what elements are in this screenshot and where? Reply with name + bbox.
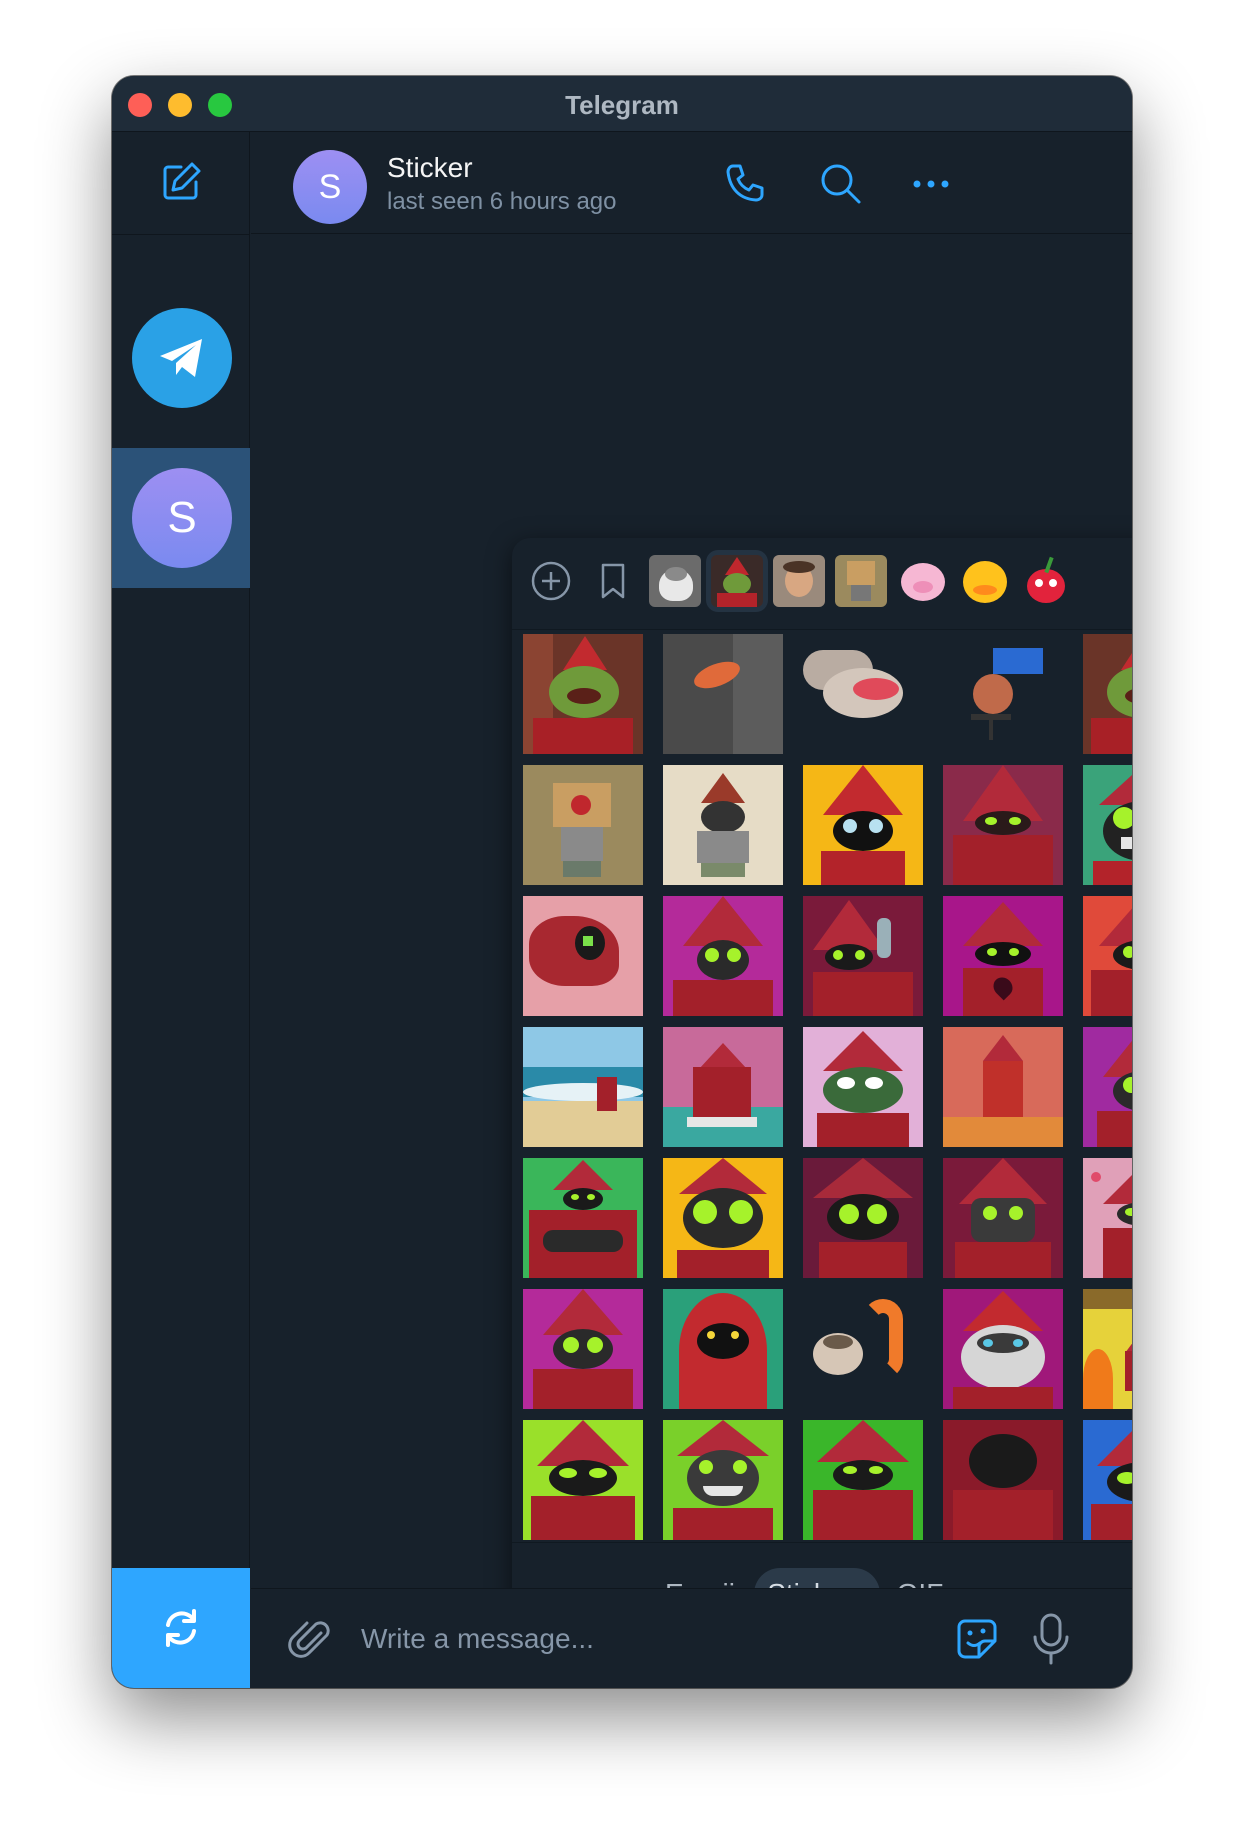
sticker-orko-heart[interactable] xyxy=(943,896,1063,1016)
telegram-logo[interactable] xyxy=(132,308,232,408)
panel-divider xyxy=(512,1542,1132,1543)
sticker-orko-lime[interactable] xyxy=(523,1420,643,1540)
add-sticker-icon[interactable] xyxy=(520,550,582,612)
chat-status: last seen 6 hours ago xyxy=(387,188,617,215)
paper-plane-icon xyxy=(160,339,202,377)
sticker-hand-shrimp[interactable] xyxy=(803,634,923,754)
phone-icon[interactable] xyxy=(721,160,769,208)
sticker-box-head[interactable] xyxy=(523,765,643,885)
sidebar: S xyxy=(112,132,250,1688)
sticker-orko-magenta[interactable] xyxy=(523,1289,643,1409)
sticker-orko-shadow[interactable] xyxy=(943,765,1063,885)
sticker-orko-big-eyes[interactable] xyxy=(663,1158,783,1278)
sticker-pack-box-head[interactable] xyxy=(830,550,892,612)
compose-icon[interactable] xyxy=(157,158,205,206)
chat-name[interactable]: Sticker xyxy=(387,152,473,184)
avatar: S xyxy=(132,468,232,568)
sticker-orko-point[interactable] xyxy=(803,896,923,1016)
sticker-grid xyxy=(523,634,1132,1540)
sticker-pack-cat[interactable] xyxy=(644,550,706,612)
sticker-shrimp-building[interactable] xyxy=(663,634,783,754)
sticker-orko-smile[interactable] xyxy=(663,1289,783,1409)
sidebar-divider xyxy=(112,234,250,235)
sticker-orko-arms-crossed[interactable] xyxy=(523,1158,643,1278)
more-icon[interactable] xyxy=(907,160,955,208)
sticker-orko-grin[interactable] xyxy=(1083,765,1132,885)
sticker-orko-facepalm[interactable] xyxy=(943,1420,1063,1540)
sticker-orko-sad[interactable] xyxy=(803,765,923,885)
sticker-pack-pink-pig[interactable] xyxy=(892,550,954,612)
sticker-orko-grumpy[interactable] xyxy=(943,1158,1063,1278)
window-title: Telegram xyxy=(565,90,679,120)
sticker-orko-love[interactable] xyxy=(1083,1158,1132,1278)
sticker-kermit-witch-2[interactable] xyxy=(1083,634,1132,754)
sticker-orko-hide[interactable] xyxy=(803,1420,923,1540)
sync-button[interactable] xyxy=(112,1568,250,1688)
sticker-orko-dark[interactable] xyxy=(803,1158,923,1278)
microphone-icon[interactable] xyxy=(1029,1611,1073,1667)
message-input[interactable] xyxy=(361,1611,821,1667)
sticker-orko-this-is-fine[interactable] xyxy=(1083,1289,1132,1409)
sticker-orko-chair[interactable] xyxy=(663,1027,783,1147)
sticker-orko-wink[interactable] xyxy=(1083,1027,1132,1147)
sticker-orko-grumpy-cat[interactable] xyxy=(943,1289,1063,1409)
sticker-pack-duck[interactable] xyxy=(954,550,1016,612)
sticker-orko-beach[interactable] xyxy=(523,1027,643,1147)
avatar[interactable]: S xyxy=(293,150,367,224)
sticker-orko-pepe[interactable] xyxy=(803,1027,923,1147)
sticker-shrimp-chair[interactable] xyxy=(943,634,1063,754)
telegram-window: Telegram S S Sticker last seen 6 hours a… xyxy=(112,76,1132,1688)
sticker-icon[interactable] xyxy=(951,1613,1003,1665)
sticker-orko-joker[interactable] xyxy=(663,1420,783,1540)
paperclip-icon[interactable] xyxy=(287,1615,335,1663)
sync-icon xyxy=(166,1609,196,1647)
sticker-orko-stare[interactable] xyxy=(663,896,783,1016)
sticker-pack-tabs xyxy=(512,538,1132,630)
sticker-panel: Emoji Stickers GIFs xyxy=(512,538,1132,1644)
sticker-wizard-hoodie[interactable] xyxy=(663,765,783,885)
sticker-orko-bow[interactable] xyxy=(523,896,643,1016)
search-icon[interactable] xyxy=(817,160,865,208)
sticker-orko-blue[interactable] xyxy=(1083,1420,1132,1540)
sticker-pack-kermit[interactable] xyxy=(706,550,768,612)
sticker-orko-scarf[interactable] xyxy=(1083,896,1132,1016)
chat-list-item-sticker[interactable]: S xyxy=(112,448,250,588)
sticker-cat-shrimp[interactable] xyxy=(803,1289,923,1409)
message-composer xyxy=(251,1588,1132,1688)
sticker-orko-shrimp-army[interactable] xyxy=(943,1027,1063,1147)
sticker-pack-cherry[interactable] xyxy=(1016,550,1078,612)
title-bar: Telegram xyxy=(112,76,1132,132)
saved-stickers-icon[interactable] xyxy=(582,550,644,612)
sticker-kermit-witch[interactable] xyxy=(523,634,643,754)
chat-header: S Sticker last seen 6 hours ago xyxy=(251,132,1132,234)
sticker-pack-baby[interactable] xyxy=(768,550,830,612)
